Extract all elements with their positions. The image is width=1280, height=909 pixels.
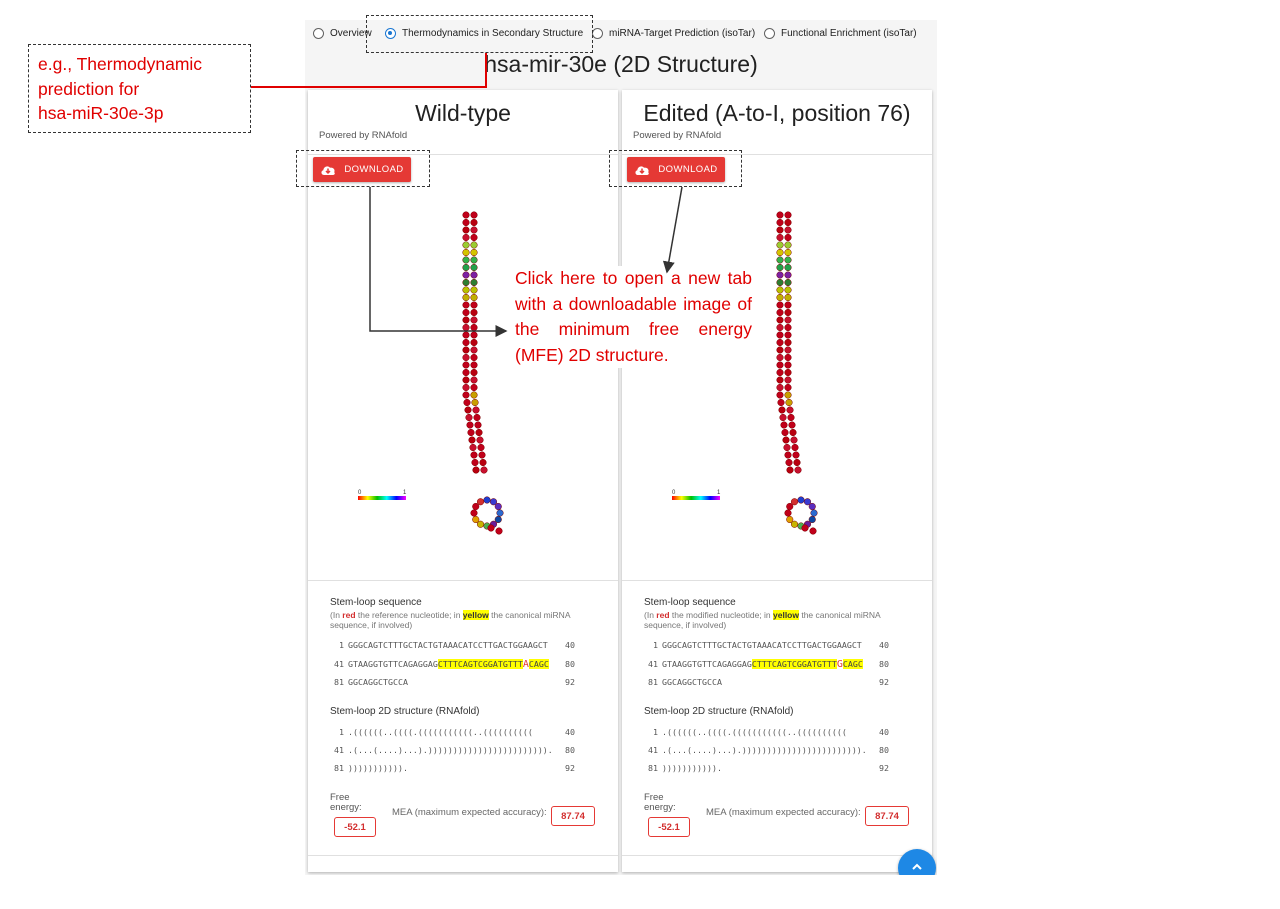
- callout-connector: [251, 53, 487, 88]
- arrow-right: [662, 186, 683, 274]
- arrow-left: [369, 187, 508, 337]
- annotation-arrows: [251, 53, 683, 337]
